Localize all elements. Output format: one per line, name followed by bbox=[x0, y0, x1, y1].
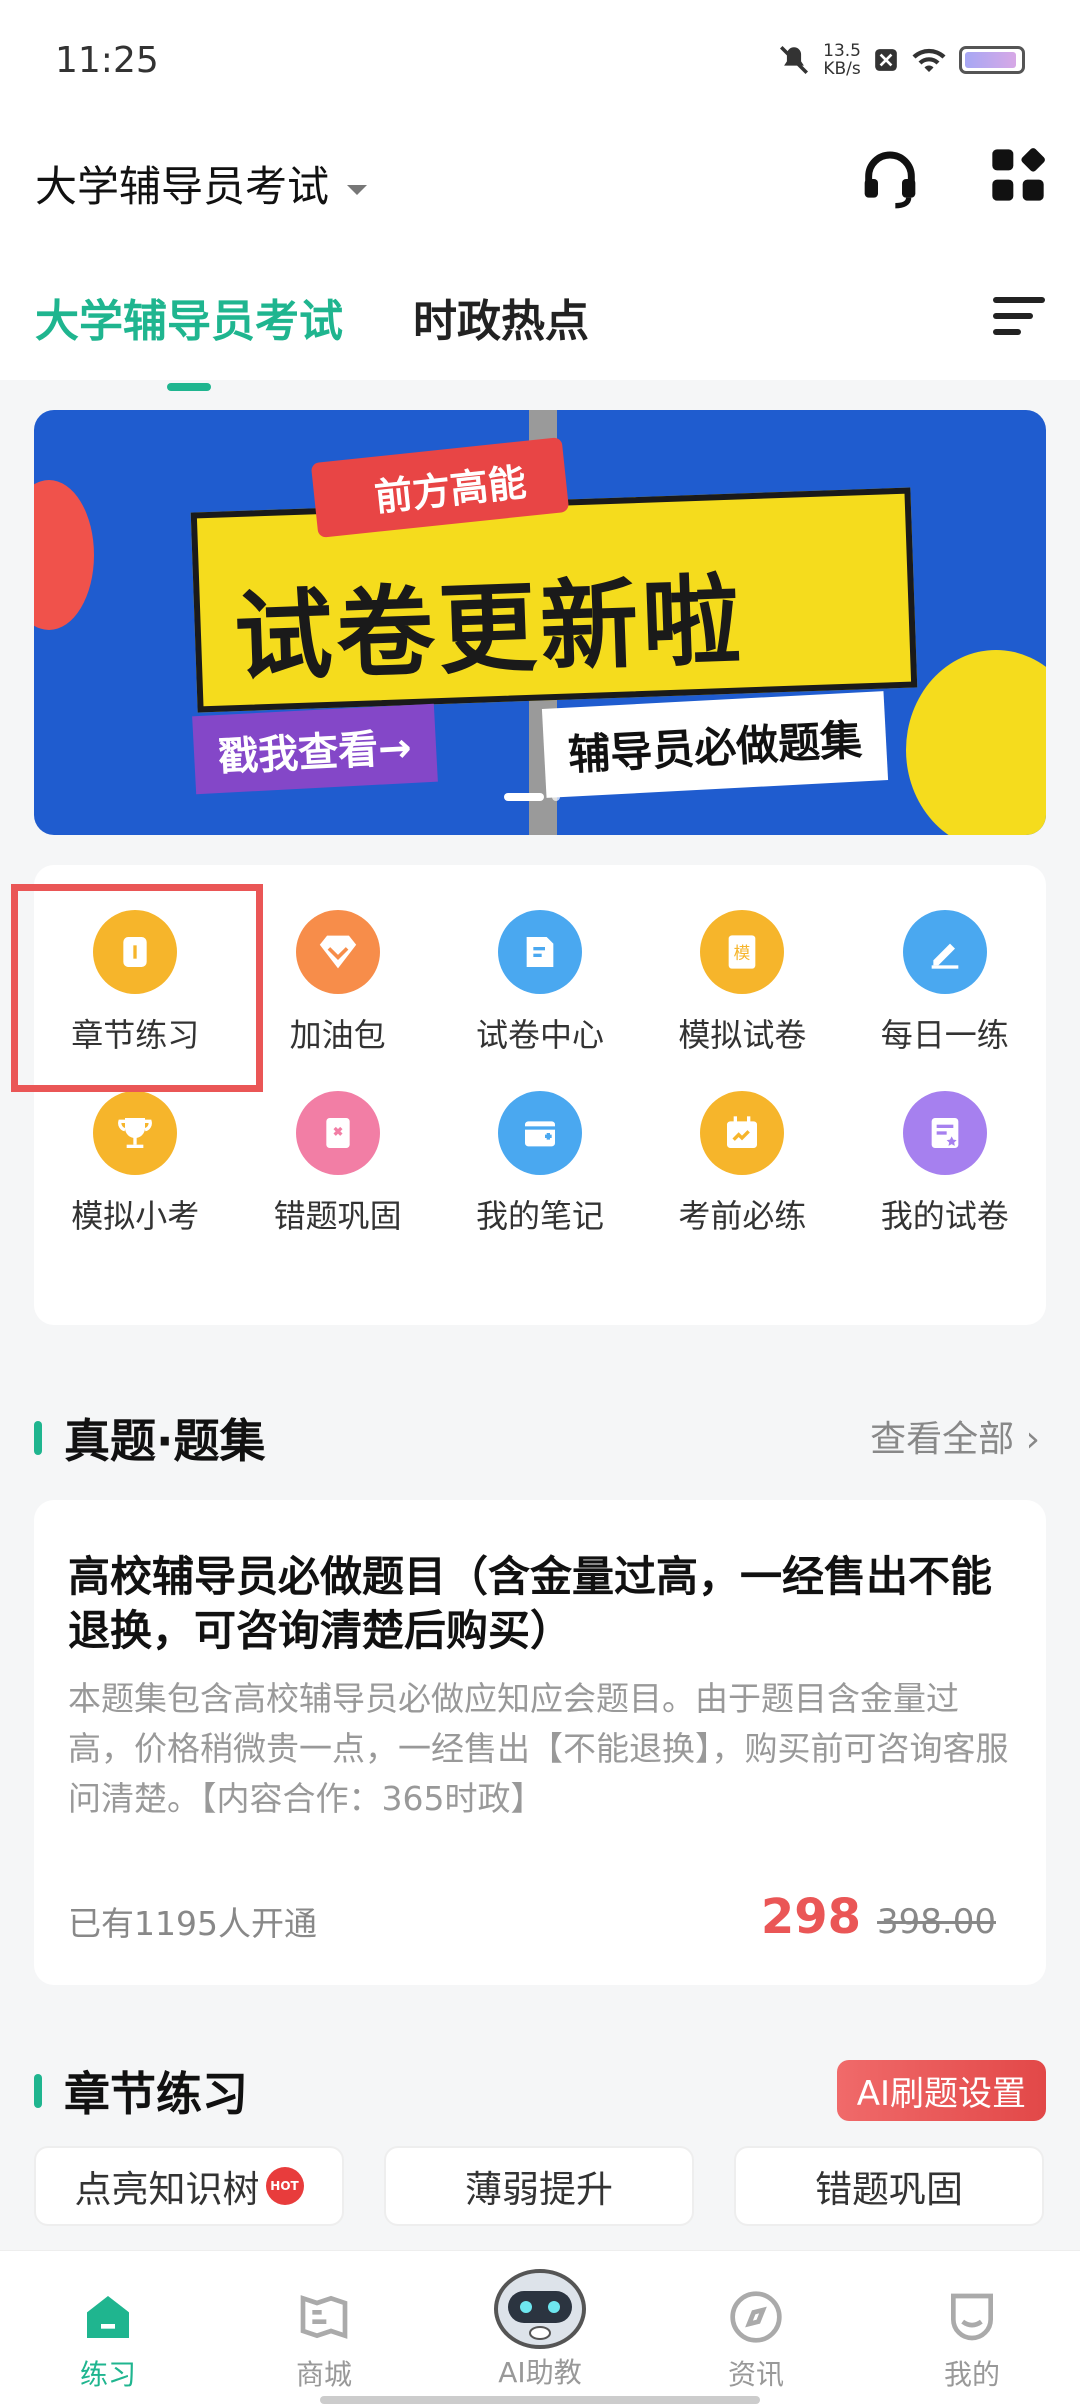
feature-mock-quiz[interactable]: 模拟小考 bbox=[34, 1091, 236, 1237]
feature-label: 我的试卷 bbox=[880, 1197, 1009, 1235]
banner-decoration-right bbox=[906, 650, 1046, 835]
nav-shop[interactable]: 商城 bbox=[216, 2251, 432, 2408]
subscriber-count: 已有1195人开通 bbox=[68, 1904, 317, 1943]
feature-label: 我的笔记 bbox=[475, 1197, 604, 1235]
app-header: 大学辅导员考试 大学辅导员考试 时政热点 bbox=[0, 125, 1080, 391]
chip-wrong-review[interactable]: 错题巩固 bbox=[734, 2146, 1044, 2226]
banner-headline: 试卷更新啦 bbox=[232, 564, 747, 696]
feature-label: 每日一练 bbox=[880, 1016, 1009, 1054]
exam-selector[interactable]: 大学辅导员考试 bbox=[35, 153, 368, 214]
nav-label: 资讯 bbox=[727, 2358, 784, 2391]
clock: 11:25 bbox=[55, 40, 159, 81]
status-icons: 13.5 KB/s bbox=[777, 42, 1025, 78]
nav-ai-tutor[interactable]: AI助教 bbox=[432, 2251, 648, 2408]
gesture-bar bbox=[320, 2396, 760, 2404]
highlight-box bbox=[11, 884, 263, 1092]
top-tabs: 大学辅导员考试 时政热点 bbox=[35, 285, 589, 391]
nav-label: 商城 bbox=[295, 2358, 352, 2391]
my-paper-icon bbox=[902, 1091, 987, 1175]
feature-mock-paper[interactable]: 模模拟试卷 bbox=[641, 910, 843, 1056]
sim-off-icon bbox=[875, 49, 897, 71]
feature-paper-center[interactable]: 试卷中心 bbox=[439, 910, 641, 1056]
question-set-card[interactable]: 高校辅导员必做题目（含金量过高，一经售出不能退换，可咨询清楚后购买） 本题集包含… bbox=[34, 1500, 1046, 1985]
battery-icon bbox=[959, 46, 1025, 74]
feature-my-papers[interactable]: 我的试卷 bbox=[844, 1091, 1046, 1237]
card-description: 本题集包含高校辅导员必做应知应会题目。由于题目含金量过高，价格稍微贵一点，一经售… bbox=[68, 1679, 1009, 1818]
chapter-chips: 点亮知识树 HOT 薄弱提升 错题巩固 bbox=[34, 2146, 1044, 2226]
feature-pre-exam[interactable]: 考前必练 bbox=[641, 1091, 843, 1237]
nav-practice[interactable]: 练习 bbox=[0, 2251, 216, 2408]
tab-indicator bbox=[167, 383, 211, 391]
apps-grid-icon[interactable] bbox=[990, 147, 1046, 203]
svg-text:模: 模 bbox=[734, 944, 751, 963]
ai-settings-button[interactable]: AI刷题设置 bbox=[836, 2060, 1046, 2121]
banner-pagination bbox=[504, 793, 560, 801]
pen-icon bbox=[902, 910, 987, 994]
wifi-icon bbox=[912, 48, 946, 72]
feature-boost-pack[interactable]: 加油包 bbox=[236, 910, 438, 1056]
nav-news[interactable]: 资讯 bbox=[648, 2251, 864, 2408]
price-block: 298 398.00 bbox=[761, 1889, 996, 1945]
card-title: 高校辅导员必做题目（含金量过高，一经售出不能退换，可咨询清楚后购买） bbox=[68, 1552, 993, 1655]
feature-label: 模拟试卷 bbox=[678, 1016, 807, 1054]
nav-label: 练习 bbox=[79, 2358, 136, 2391]
smile-icon bbox=[951, 2293, 993, 2341]
mock-paper-icon: 模 bbox=[700, 910, 785, 994]
feature-label: 错题巩固 bbox=[273, 1197, 402, 1235]
original-price: 398.00 bbox=[877, 1902, 996, 1942]
menu-icon[interactable] bbox=[993, 295, 1045, 339]
robot-icon bbox=[494, 2269, 586, 2349]
card-footer: 已有1195人开通 298 398.00 bbox=[68, 1889, 996, 1945]
note-icon bbox=[497, 1091, 582, 1175]
wrong-book-icon bbox=[295, 1091, 380, 1175]
nav-label: 我的 bbox=[943, 2358, 1000, 2391]
trophy-icon bbox=[93, 1091, 178, 1175]
section-title-chapters: 章节练习 bbox=[34, 2058, 248, 2124]
status-bar: 11:25 13.5 KB/s bbox=[0, 0, 1080, 125]
compass-icon bbox=[730, 2291, 782, 2343]
banner-cta-left: 戳我查看→ bbox=[192, 703, 438, 795]
tab-college-counselor[interactable]: 大学辅导员考试 bbox=[35, 285, 343, 391]
diamond-icon bbox=[295, 910, 380, 994]
section-title-questions: 真题·题集 bbox=[34, 1405, 265, 1471]
chip-knowledge-tree[interactable]: 点亮知识树 HOT bbox=[34, 2146, 344, 2226]
home-icon bbox=[87, 2296, 129, 2338]
banner-decoration bbox=[34, 480, 94, 630]
feature-label: 模拟小考 bbox=[71, 1197, 200, 1235]
hot-badge-icon: HOT bbox=[265, 2167, 304, 2205]
see-all-link[interactable]: 查看全部 › bbox=[870, 1410, 1040, 1462]
mute-bell-icon bbox=[780, 45, 809, 75]
headset-icon[interactable] bbox=[858, 147, 922, 211]
price: 298 bbox=[760, 1889, 862, 1945]
feature-my-notes[interactable]: 我的笔记 bbox=[439, 1091, 641, 1237]
tab-current-affairs[interactable]: 时政热点 bbox=[413, 285, 589, 349]
calendar-icon bbox=[700, 1091, 785, 1175]
nav-label: AI助教 bbox=[498, 2356, 582, 2389]
feature-label: 加油包 bbox=[289, 1016, 386, 1054]
feature-label: 考前必练 bbox=[678, 1197, 807, 1235]
banner-cta-right: 辅导员必做题集 bbox=[541, 691, 889, 798]
chip-weak-improve[interactable]: 薄弱提升 bbox=[384, 2146, 694, 2226]
paper-icon bbox=[497, 910, 582, 994]
feature-daily-practice[interactable]: 每日一练 bbox=[844, 910, 1046, 1056]
feature-label: 试卷中心 bbox=[475, 1016, 604, 1054]
network-speed: 13.5 KB/s bbox=[823, 41, 861, 79]
feature-wrong-review[interactable]: 错题巩固 bbox=[236, 1091, 438, 1237]
promo-banner[interactable]: 前方高能 试卷更新啦 戳我查看→ 辅导员必做题集 bbox=[34, 410, 1046, 835]
book-icon bbox=[300, 2295, 348, 2339]
chevron-down-icon bbox=[347, 184, 368, 195]
nav-profile[interactable]: 我的 bbox=[864, 2251, 1080, 2408]
bottom-nav: 练习 商城 AI助教 资讯 我的 bbox=[0, 2250, 1080, 2408]
